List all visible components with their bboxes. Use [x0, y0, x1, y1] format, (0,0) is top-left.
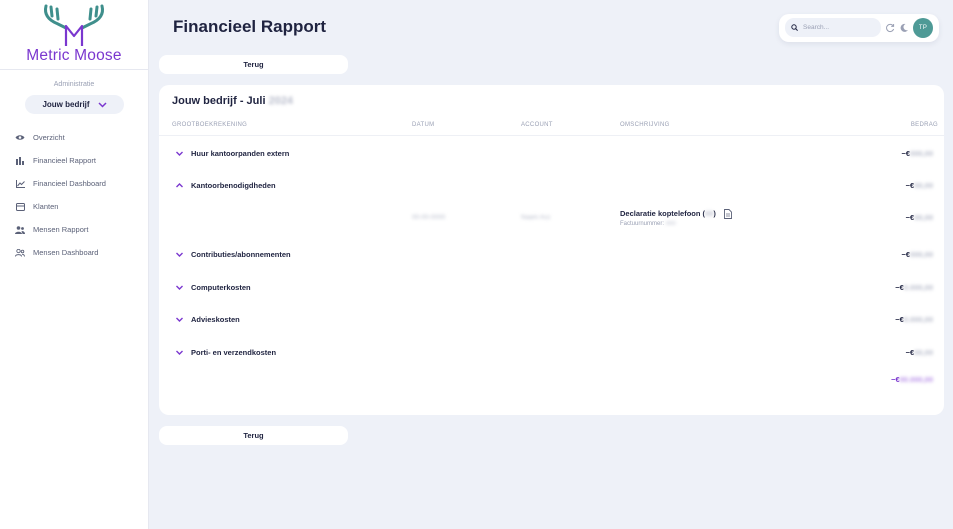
- logo[interactable]: Metric Moose: [0, 0, 148, 68]
- bar-chart-icon: [15, 156, 25, 166]
- page-title: Financieel Rapport: [173, 17, 327, 36]
- ledger-row-amount: −€00,00: [905, 181, 933, 190]
- transaction-amount: −€00,00: [905, 213, 933, 222]
- brand-name: Metric Moose: [26, 47, 122, 64]
- ledger-row-computerkosten[interactable]: Computerkosten −€0.000,00: [159, 280, 944, 298]
- sidebar-divider: [0, 69, 148, 70]
- search-input[interactable]: [803, 24, 875, 31]
- table-header-divider: [159, 135, 944, 136]
- line-chart-icon: [15, 179, 25, 189]
- moose-antlers-icon: [44, 4, 104, 46]
- ledger-row-label: Kantoorbenodigdheden: [191, 181, 276, 190]
- sidebar: Metric Moose Administratie Jouw bedrijf …: [0, 0, 149, 529]
- ledger-row-label: Computerkosten: [191, 283, 251, 292]
- sidebar-item-label: Financieel Rapport: [33, 156, 96, 165]
- sidebar-item-label: Overzicht: [33, 133, 65, 142]
- column-header-ledger[interactable]: GROOTBOEKREKENING: [172, 122, 247, 128]
- sidebar-item-klanten[interactable]: Klanten: [0, 195, 149, 218]
- sidebar-item-overzicht[interactable]: Overzicht: [0, 126, 149, 149]
- ledger-row-amount: −€000,00: [901, 250, 933, 259]
- ledger-row-advieskosten[interactable]: Advieskosten −€0.000,00: [159, 312, 944, 330]
- ledger-row-label: Porti- en verzendkosten: [191, 348, 277, 357]
- ledger-row-amount: −€00,00: [905, 348, 933, 357]
- ledger-row-amount: −€0.000,00: [895, 283, 933, 292]
- transaction-invoice: Factuurnummer: 000: [620, 221, 676, 227]
- user-group-icon: [15, 248, 25, 258]
- ledger-row-kantoorbenodigdheden[interactable]: Kantoorbenodigdheden −€00,00: [159, 178, 944, 196]
- eye-icon: [15, 133, 25, 143]
- avatar[interactable]: TP: [913, 18, 933, 38]
- chevron-up-icon[interactable]: [175, 181, 184, 190]
- report-card: Jouw bedrijf - Juli 2024 GROOTBOEKREKENI…: [159, 85, 944, 415]
- chevron-down-icon[interactable]: [175, 315, 184, 324]
- transaction-row[interactable]: 00-00-0000 Naam Acc Declaratie koptelefo…: [159, 207, 944, 235]
- column-header-account[interactable]: ACCOUNT: [521, 122, 553, 128]
- ledger-row-contributies[interactable]: Contributies/abonnementen −€000,00: [159, 247, 944, 265]
- ledger-row-huur[interactable]: Huur kantoorpanden extern −€000,00: [159, 146, 944, 164]
- transaction-description: Declaratie koptelefoon (00): [620, 209, 716, 218]
- ledger-row-label: Huur kantoorpanden extern: [191, 149, 290, 158]
- sidebar-item-financieel-dashboard[interactable]: Financieel Dashboard: [0, 172, 149, 195]
- chevron-down-icon[interactable]: [175, 149, 184, 158]
- transaction-account: Naam Acc: [521, 214, 551, 221]
- id-card-icon: [15, 202, 25, 212]
- report-title-year: 2024: [268, 95, 294, 107]
- report-title: Jouw bedrijf - Juli 2024: [172, 95, 293, 107]
- column-header-amount[interactable]: BEDRAG: [911, 122, 938, 128]
- chevron-down-icon[interactable]: [175, 348, 184, 357]
- company-select[interactable]: Jouw bedrijf: [25, 95, 124, 114]
- moon-icon[interactable]: [899, 23, 909, 33]
- sidebar-item-label: Financieel Dashboard: [33, 179, 106, 188]
- company-select-label: Jouw bedrijf: [42, 100, 90, 109]
- sidebar-item-financieel-rapport[interactable]: Financieel Rapport: [0, 149, 149, 172]
- sidebar-item-label: Mensen Dashboard: [33, 248, 99, 257]
- ledger-row-amount: −€0.000,00: [895, 315, 933, 324]
- report-total: −€00.000,00: [891, 375, 933, 384]
- ledger-row-porti[interactable]: Porti- en verzendkosten −€00,00: [159, 345, 944, 363]
- sidebar-item-label: Klanten: [33, 202, 59, 211]
- transaction-date: 00-00-0000: [412, 214, 446, 221]
- ledger-row-label: Contributies/abonnementen: [191, 250, 291, 259]
- search-icon: [791, 24, 798, 31]
- sidebar-item-mensen-dashboard[interactable]: Mensen Dashboard: [0, 241, 149, 264]
- chevron-down-icon[interactable]: [175, 283, 184, 292]
- ledger-row-amount: −€000,00: [901, 149, 933, 158]
- column-header-description[interactable]: OMSCHRIJVING: [620, 122, 670, 128]
- back-button-top[interactable]: Terug: [159, 55, 348, 74]
- administration-label: Administratie: [53, 81, 95, 88]
- users-icon: [15, 225, 25, 235]
- chevron-down-icon: [98, 101, 107, 108]
- search-box[interactable]: [785, 18, 881, 37]
- sidebar-nav: Overzicht Financieel Rapport Financieel …: [0, 126, 149, 264]
- refresh-icon[interactable]: [885, 23, 895, 33]
- topbar: TP: [779, 14, 939, 42]
- sidebar-item-mensen-rapport[interactable]: Mensen Rapport: [0, 218, 149, 241]
- sidebar-item-label: Mensen Rapport: [33, 225, 89, 234]
- document-icon[interactable]: [724, 209, 732, 219]
- chevron-down-icon[interactable]: [175, 250, 184, 259]
- back-button-bottom[interactable]: Terug: [159, 426, 348, 445]
- report-title-text: Jouw bedrijf - Juli: [172, 95, 266, 107]
- column-header-date[interactable]: DATUM: [412, 122, 434, 128]
- ledger-row-label: Advieskosten: [191, 315, 240, 324]
